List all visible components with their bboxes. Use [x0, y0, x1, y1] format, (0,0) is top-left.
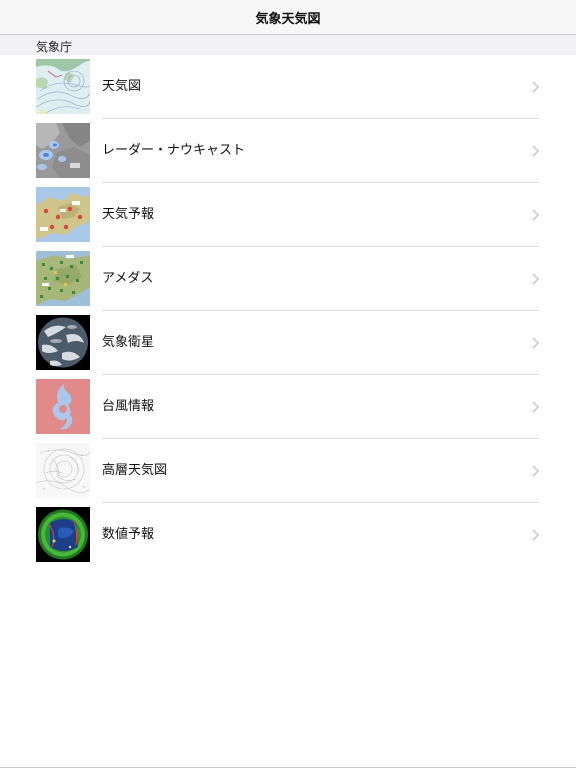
list-item-upper-air-chart[interactable]: 高層天気図: [0, 439, 576, 503]
menu-list: 天気図 レーダー・ナウキャスト 天気予報 アメダス 気象衛星 台風情報 高層天気…: [0, 55, 576, 567]
list-item-satellite[interactable]: 気象衛星: [0, 311, 576, 375]
list-item-label: 高層天気図: [102, 463, 168, 478]
section-title: 気象庁: [36, 40, 73, 54]
list-item-typhoon[interactable]: 台風情報: [0, 375, 576, 439]
satellite-earth-thumbnail: [36, 315, 90, 370]
navigation-bar: 気象天気図: [0, 0, 576, 35]
amedas-map-thumbnail: [36, 251, 90, 306]
list-item-label: 天気予報: [102, 207, 155, 222]
list-item-amedas[interactable]: アメダス: [0, 247, 576, 311]
typhoon-symbol-thumbnail: [36, 379, 90, 434]
list-item-label: 台風情報: [102, 399, 155, 414]
list-item-label: 数値予報: [102, 527, 155, 542]
list-item-label: レーダー・ナウキャスト: [102, 143, 246, 158]
weather-chart-thumbnail: [36, 59, 90, 114]
numerical-forecast-thumbnail: [36, 507, 90, 562]
list-item-numerical-forecast[interactable]: 数値予報: [0, 503, 576, 567]
chevron-right-icon: [532, 529, 539, 541]
chevron-right-icon: [532, 273, 539, 285]
chevron-right-icon: [532, 81, 539, 93]
upper-air-chart-thumbnail: [36, 443, 90, 498]
chevron-right-icon: [532, 145, 539, 157]
list-item-label: アメダス: [102, 271, 154, 286]
radar-thumbnail: [36, 123, 90, 178]
forecast-map-thumbnail: [36, 187, 90, 242]
chevron-right-icon: [532, 337, 539, 349]
page-title: 気象天気図: [255, 11, 321, 27]
list-item-weather-forecast[interactable]: 天気予報: [0, 183, 576, 247]
section-header: 気象庁: [0, 35, 576, 55]
chevron-right-icon: [532, 209, 539, 221]
list-item-label: 天気図: [102, 79, 142, 94]
chevron-right-icon: [532, 465, 539, 477]
list-item-radar-nowcast[interactable]: レーダー・ナウキャスト: [0, 119, 576, 183]
chevron-right-icon: [532, 401, 539, 413]
list-item-weather-chart[interactable]: 天気図: [0, 55, 576, 119]
list-item-label: 気象衛星: [102, 335, 155, 350]
